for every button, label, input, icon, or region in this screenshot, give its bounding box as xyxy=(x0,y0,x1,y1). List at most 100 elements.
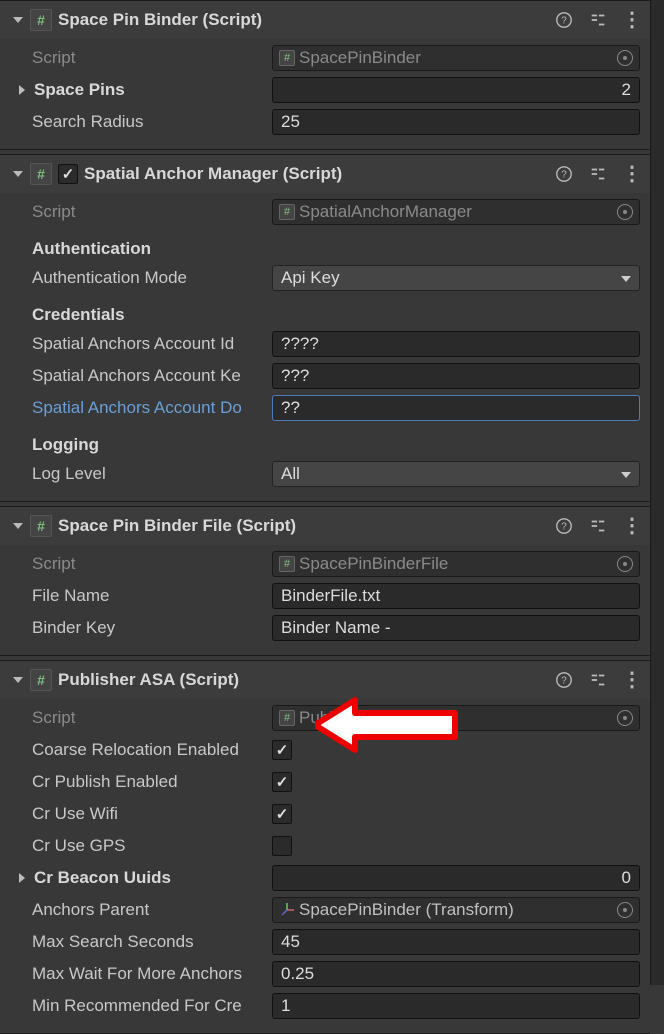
log-level-dropdown[interactable]: All xyxy=(272,461,640,487)
component-title: Publisher ASA (Script) xyxy=(58,670,554,690)
help-icon[interactable]: ? xyxy=(554,164,574,184)
property-min-recommended: Min Recommended For Cre 1 xyxy=(10,991,640,1021)
property-binder-key: Binder Key Binder Name - xyxy=(10,613,640,643)
component-publisher-asa: # Publisher ASA (Script) ? ⋮ Script #Pub… xyxy=(0,660,650,1034)
property-cr-use-wifi: Cr Use Wifi xyxy=(10,799,640,829)
script-icon: # xyxy=(30,515,52,537)
label: Authentication Mode xyxy=(10,268,272,288)
property-cr-use-gps: Cr Use GPS xyxy=(10,831,640,861)
kebab-menu-icon[interactable]: ⋮ xyxy=(622,10,642,30)
component-title: Space Pin Binder (Script) xyxy=(58,10,554,30)
label: Cr Use Wifi xyxy=(10,804,272,824)
property-anchors-parent: Anchors Parent SpacePinBinder (Transform… xyxy=(10,895,640,925)
max-wait-field[interactable]: 0.25 xyxy=(272,961,640,987)
property-max-search-seconds: Max Search Seconds 45 xyxy=(10,927,640,957)
section-credentials: Credentials xyxy=(10,301,640,329)
label: Coarse Relocation Enabled xyxy=(10,740,272,760)
binder-key-input[interactable]: Binder Name - xyxy=(272,615,640,641)
property-file-name: File Name BinderFile.txt xyxy=(10,581,640,611)
property-script: Script #SpacePinBinder xyxy=(10,43,640,73)
label: Binder Key xyxy=(10,618,272,638)
file-name-input[interactable]: BinderFile.txt xyxy=(272,583,640,609)
label: Cr Use GPS xyxy=(10,836,272,856)
component-title: Spatial Anchor Manager (Script) xyxy=(84,164,554,184)
scrollbar-track[interactable] xyxy=(650,0,664,985)
script-object-field[interactable]: #SpacePinBinderFile xyxy=(272,551,640,577)
svg-text:?: ? xyxy=(561,676,567,687)
property-log-level: Log Level All xyxy=(10,459,640,489)
foldout-toggle[interactable] xyxy=(10,672,26,688)
foldout-toggle[interactable] xyxy=(10,166,26,182)
auth-mode-dropdown[interactable]: Api Key xyxy=(272,265,640,291)
foldout-toggle[interactable] xyxy=(14,82,30,98)
svg-text:?: ? xyxy=(561,170,567,181)
help-icon[interactable]: ? xyxy=(554,670,574,690)
transform-icon xyxy=(279,902,295,918)
property-search-radius: Search Radius 25 xyxy=(10,107,640,137)
property-script: Script #PublisherASA xyxy=(10,703,640,733)
cr-wifi-checkbox[interactable] xyxy=(272,804,292,824)
help-icon[interactable]: ? xyxy=(554,10,574,30)
account-domain-input[interactable]: ?? xyxy=(272,395,640,421)
foldout-toggle[interactable] xyxy=(10,518,26,534)
component-header[interactable]: # Publisher ASA (Script) ? ⋮ xyxy=(0,661,650,699)
component-header[interactable]: # Space Pin Binder File (Script) ? ⋮ xyxy=(0,507,650,545)
script-icon: # xyxy=(30,163,52,185)
script-icon: # xyxy=(30,9,52,31)
preset-icon[interactable] xyxy=(588,10,608,30)
min-recommended-field[interactable]: 1 xyxy=(272,993,640,1019)
label: Cr Publish Enabled xyxy=(10,772,272,792)
property-account-id: Spatial Anchors Account Id ???? xyxy=(10,329,640,359)
account-id-input[interactable]: ???? xyxy=(272,331,640,357)
label: Search Radius xyxy=(10,112,272,132)
svg-text:?: ? xyxy=(561,16,567,27)
object-picker-icon[interactable] xyxy=(617,710,633,726)
kebab-menu-icon[interactable]: ⋮ xyxy=(622,516,642,536)
preset-icon[interactable] xyxy=(588,516,608,536)
svg-text:?: ? xyxy=(561,522,567,533)
cr-beacon-count-field[interactable]: 0 xyxy=(272,865,640,891)
component-header[interactable]: # Spatial Anchor Manager (Script) ? ⋮ xyxy=(0,155,650,193)
property-script: Script #SpatialAnchorManager xyxy=(10,197,640,227)
coarse-relocation-checkbox[interactable] xyxy=(272,740,292,760)
label: Script xyxy=(10,708,272,728)
label: Script xyxy=(10,48,272,68)
script-icon: # xyxy=(30,669,52,691)
preset-icon[interactable] xyxy=(588,670,608,690)
object-picker-icon[interactable] xyxy=(617,50,633,66)
property-cr-beacon-uuids: Cr Beacon Uuids 0 xyxy=(10,863,640,893)
help-icon[interactable]: ? xyxy=(554,516,574,536)
foldout-toggle[interactable] xyxy=(10,12,26,28)
account-key-input[interactable]: ??? xyxy=(272,363,640,389)
script-object-field[interactable]: #PublisherASA xyxy=(272,705,640,731)
max-search-field[interactable]: 45 xyxy=(272,929,640,955)
kebab-menu-icon[interactable]: ⋮ xyxy=(622,670,642,690)
label: Max Wait For More Anchors xyxy=(10,964,272,984)
label: Anchors Parent xyxy=(10,900,272,920)
search-radius-field[interactable]: 25 xyxy=(272,109,640,135)
property-script: Script #SpacePinBinderFile xyxy=(10,549,640,579)
object-picker-icon[interactable] xyxy=(617,204,633,220)
property-account-key: Spatial Anchors Account Ke ??? xyxy=(10,361,640,391)
script-object-field[interactable]: #SpatialAnchorManager xyxy=(272,199,640,225)
label: Log Level xyxy=(10,464,272,484)
object-picker-icon[interactable] xyxy=(617,556,633,572)
component-enable-checkbox[interactable] xyxy=(58,164,78,184)
label: Script xyxy=(10,554,272,574)
label: Spatial Anchors Account Id xyxy=(10,334,272,354)
foldout-toggle[interactable] xyxy=(14,870,30,886)
anchors-parent-field[interactable]: SpacePinBinder (Transform) xyxy=(272,897,640,923)
label: File Name xyxy=(10,586,272,606)
kebab-menu-icon[interactable]: ⋮ xyxy=(622,164,642,184)
property-space-pins: Space Pins 2 xyxy=(10,75,640,105)
component-header[interactable]: # Space Pin Binder (Script) ? ⋮ xyxy=(0,1,650,39)
cr-gps-checkbox[interactable] xyxy=(272,836,292,856)
property-auth-mode: Authentication Mode Api Key xyxy=(10,263,640,293)
object-picker-icon[interactable] xyxy=(617,902,633,918)
label: Spatial Anchors Account Ke xyxy=(10,366,272,386)
property-account-domain: Spatial Anchors Account Do ?? xyxy=(10,393,640,423)
space-pins-count-field[interactable]: 2 xyxy=(272,77,640,103)
cr-publish-checkbox[interactable] xyxy=(272,772,292,792)
preset-icon[interactable] xyxy=(588,164,608,184)
script-object-field[interactable]: #SpacePinBinder xyxy=(272,45,640,71)
